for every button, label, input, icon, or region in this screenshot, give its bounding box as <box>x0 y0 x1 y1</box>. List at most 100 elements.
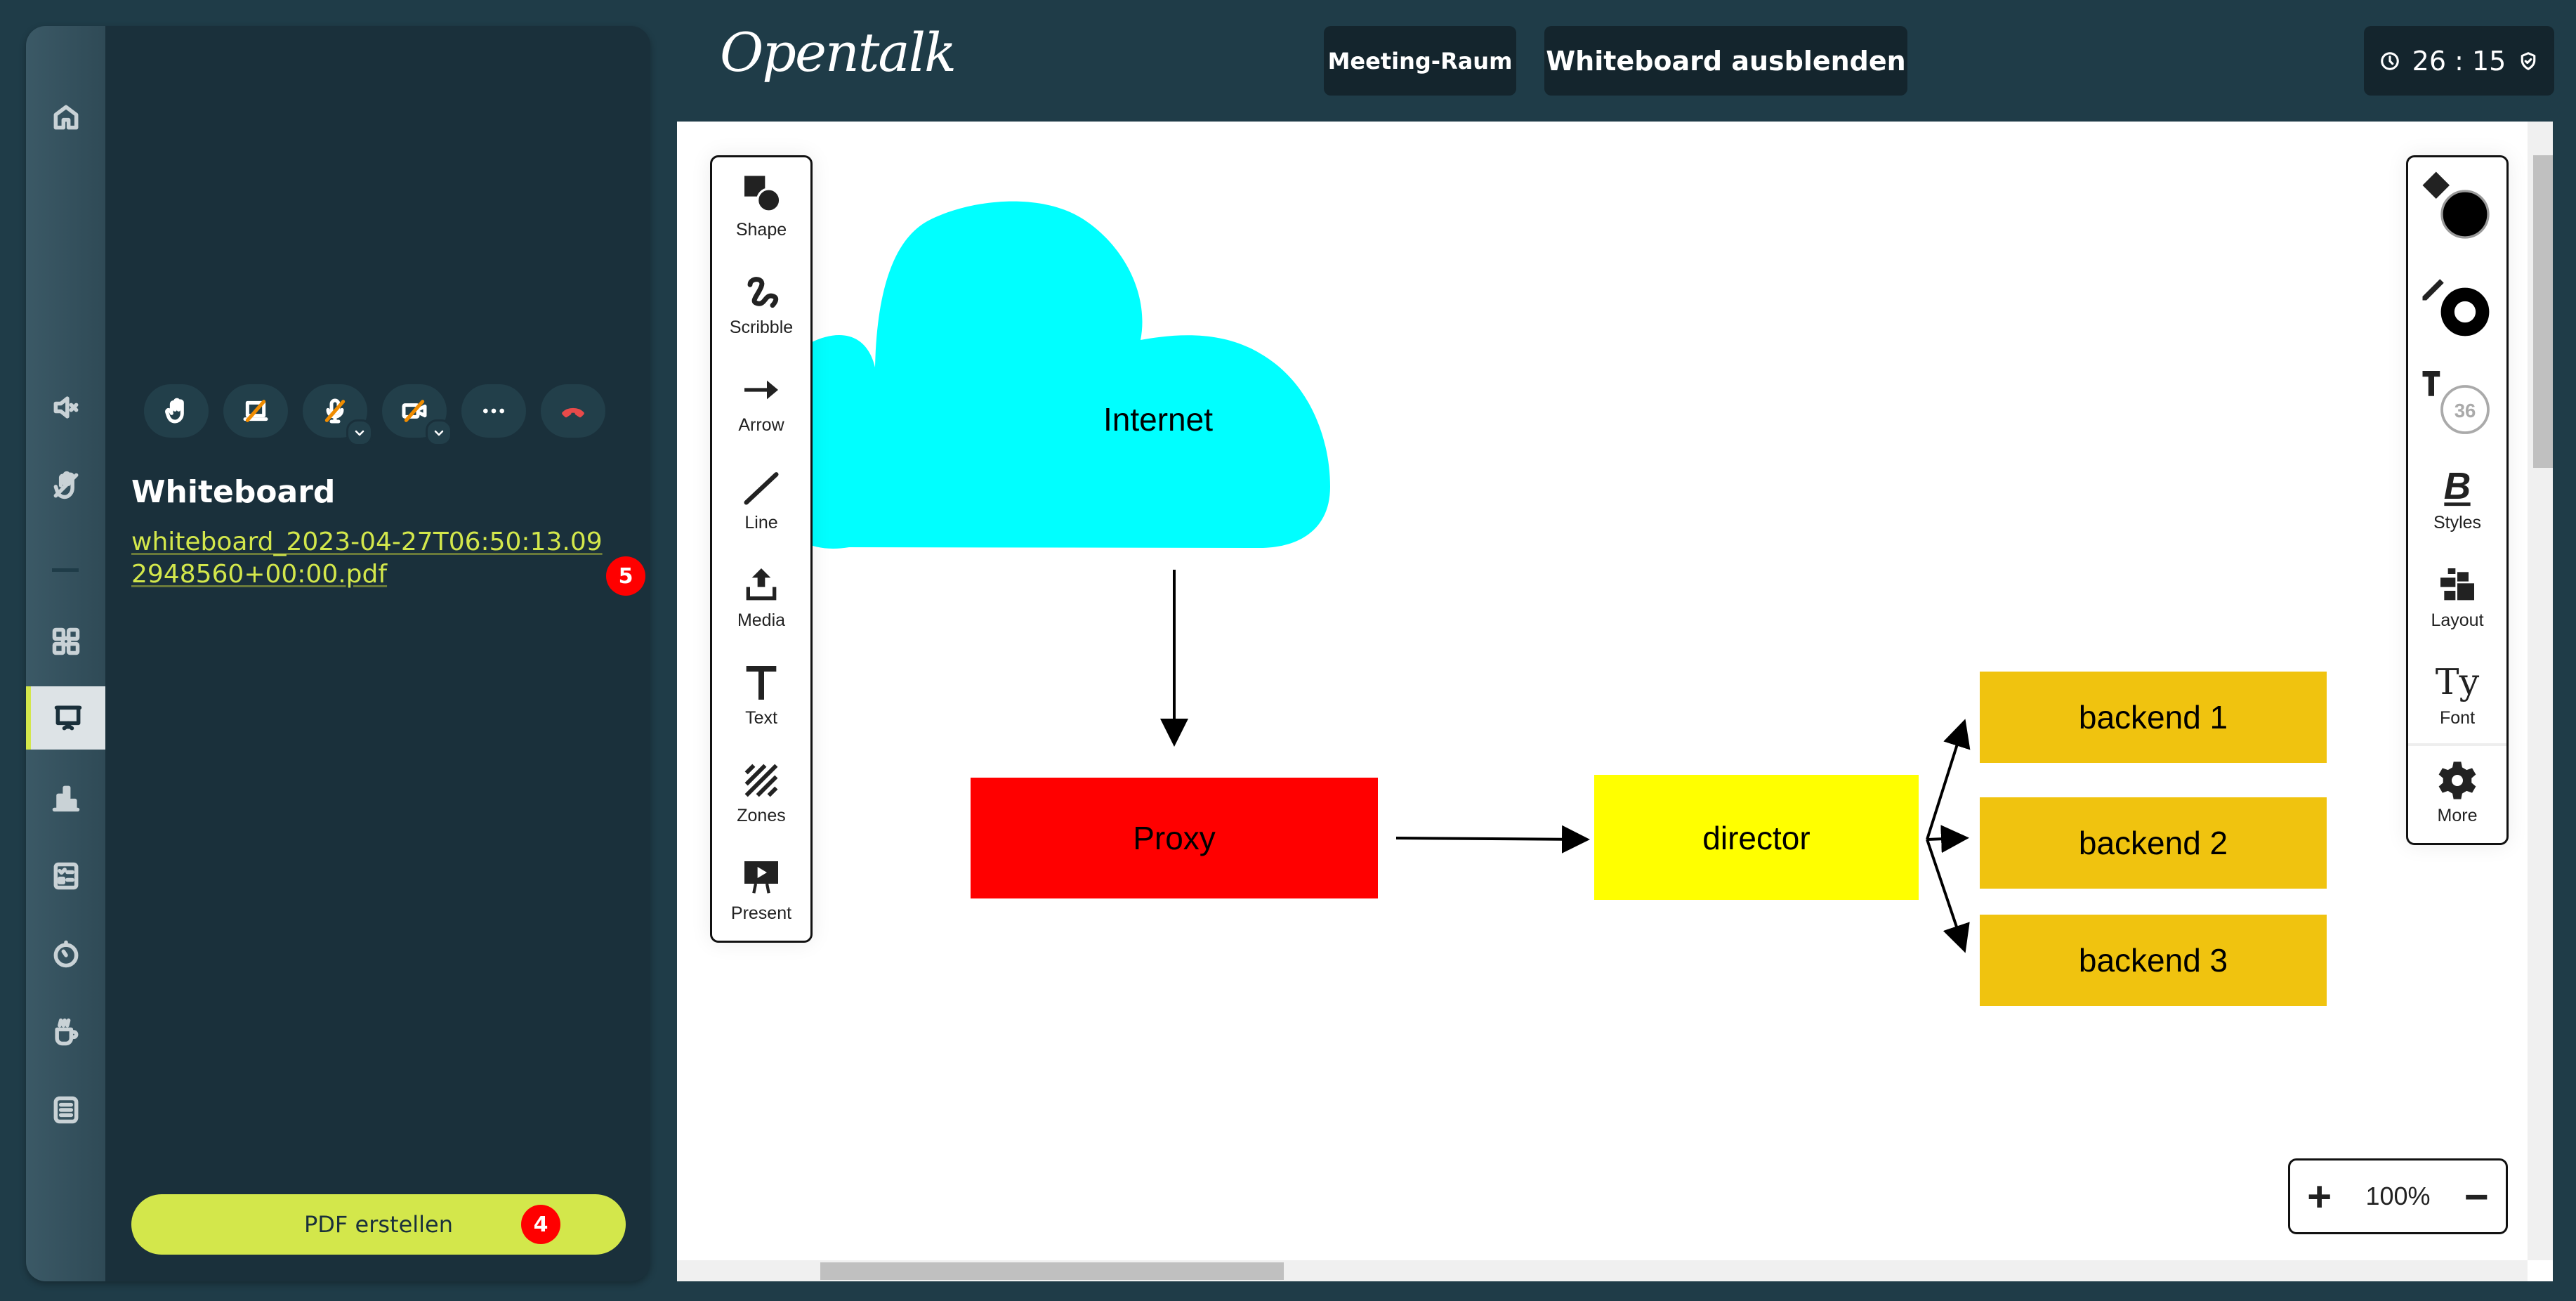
horizontal-scroll-thumb[interactable] <box>820 1262 1284 1280</box>
whiteboard-pdf-link[interactable]: whiteboard_2023-04-27T06:50:13.092948560… <box>131 526 616 591</box>
sidebar-item-votes[interactable] <box>26 844 105 908</box>
create-pdf-button[interactable]: PDF erstellen 4 <box>131 1194 626 1255</box>
camera-off-icon <box>402 400 427 422</box>
clock-icon <box>2381 51 2399 70</box>
zones-icon <box>744 764 778 797</box>
vertical-scroll-thumb[interactable] <box>2533 155 2553 468</box>
whiteboard-diagram[interactable]: Internet Proxy director backend 1 backen… <box>677 122 2553 1281</box>
sidebar-item-coffee-break[interactable] <box>26 1000 105 1064</box>
font-icon: Ty <box>2436 661 2480 702</box>
meeting-room-button[interactable]: Meeting-Raum <box>1324 26 1516 96</box>
hand-icon <box>165 398 184 424</box>
create-pdf-badge: 4 <box>521 1205 560 1244</box>
tool-more[interactable]: More <box>2408 743 2506 841</box>
sidebar-item-polls[interactable] <box>26 766 105 830</box>
tool-font-label: Font <box>2439 708 2476 728</box>
line-icon <box>744 472 779 505</box>
hand-off-icon <box>53 471 78 499</box>
tool-line-label: Line <box>744 513 778 532</box>
tool-layout[interactable]: Layout <box>2408 548 2506 646</box>
tool-media[interactable]: Media <box>712 548 810 646</box>
zoom-level: 100% <box>2365 1182 2431 1210</box>
tool-present[interactable]: Present <box>712 841 810 939</box>
edge-director-backend1[interactable] <box>1926 719 1971 840</box>
more-button[interactable] <box>461 384 526 438</box>
hang-up-button[interactable] <box>541 384 605 438</box>
fill-color-button[interactable] <box>2408 157 2506 255</box>
timer-value: 26 : 15 <box>2412 45 2506 77</box>
tool-scribble-label: Scribble <box>729 318 794 337</box>
camera-menu-button[interactable] <box>426 419 452 446</box>
screen-share-off-icon <box>243 400 268 422</box>
tool-shape[interactable]: Shape <box>712 157 810 255</box>
sidebar-rail <box>26 26 105 1281</box>
sidebar-item-mute-all[interactable] <box>26 376 105 439</box>
arrow-icon <box>744 380 778 400</box>
edge-proxy-director[interactable] <box>1395 825 1590 854</box>
vertical-scrollbar[interactable] <box>2528 122 2553 1260</box>
font-size-value: 36 <box>2455 400 2476 421</box>
edge-director-backend3[interactable] <box>1926 839 1970 953</box>
tool-zones[interactable]: Zones <box>712 743 810 841</box>
rooms-icon <box>52 627 79 655</box>
sidebar-panel: Whiteboard whiteboard_2023-04-27T06:50:1… <box>26 26 650 1281</box>
node-backend1-label: backend 1 <box>2079 699 2228 736</box>
screen-share-button[interactable] <box>223 384 288 438</box>
tool-arrow-label: Arrow <box>738 415 784 435</box>
sidebar-item-timer[interactable] <box>26 922 105 986</box>
gear-icon <box>2438 761 2476 799</box>
chevron-down-icon <box>355 430 364 436</box>
sidebar-item-lower-hands[interactable] <box>26 454 105 517</box>
document-icon <box>53 1096 78 1124</box>
tool-line[interactable]: Line <box>712 450 810 548</box>
microphone-menu-button[interactable] <box>346 419 373 446</box>
hide-whiteboard-button[interactable]: Whiteboard ausblenden <box>1544 26 1907 96</box>
svg-text:Ty: Ty <box>2436 661 2480 702</box>
coffee-icon <box>54 1018 78 1046</box>
sidebar-item-whiteboard[interactable] <box>26 686 105 750</box>
font-size-button[interactable]: 36 <box>2408 353 2506 450</box>
tools-toolbar: Shape Scribble Arrow Line Media Text Zon… <box>710 155 813 943</box>
whiteboard-title: Whiteboard <box>131 474 336 510</box>
zoom-out-button[interactable]: − <box>2464 1172 2489 1221</box>
horizontal-scrollbar[interactable] <box>677 1260 2528 1281</box>
tool-scribble[interactable]: Scribble <box>712 255 810 353</box>
layout-icon <box>2440 568 2474 601</box>
upload-icon <box>746 568 777 601</box>
camera-button[interactable] <box>382 384 452 446</box>
sidebar-item-home[interactable] <box>26 86 105 149</box>
create-pdf-label: PDF erstellen <box>303 1211 453 1238</box>
sidebar-item-protocol[interactable] <box>26 1078 105 1142</box>
microphone-button[interactable] <box>303 384 373 446</box>
node-backend3-label: backend 3 <box>2079 942 2228 979</box>
shield-check-icon[interactable] <box>2518 51 2539 72</box>
edge-director-backend2[interactable] <box>1926 825 1969 854</box>
chart-icon <box>52 785 79 812</box>
tool-font[interactable]: Ty Font <box>2408 646 2506 743</box>
speaker-mute-icon <box>53 396 78 419</box>
raise-hand-button[interactable] <box>144 384 209 438</box>
sidebar-item-breakout-rooms[interactable] <box>26 610 105 673</box>
tool-media-label: Media <box>737 610 786 630</box>
more-icon <box>483 408 504 414</box>
shape-icon <box>744 176 782 213</box>
home-icon <box>53 105 78 130</box>
rail-divider <box>52 568 79 572</box>
node-internet-shape[interactable] <box>760 201 1330 549</box>
tool-arrow[interactable]: Arrow <box>712 353 810 450</box>
properties-toolbar: 36 B Styles Layout Ty Font More <box>2406 155 2509 845</box>
tool-text[interactable]: Text <box>712 646 810 743</box>
tool-layout-label: Layout <box>2431 610 2484 630</box>
zoom-in-button[interactable]: + <box>2307 1172 2332 1221</box>
node-internet-label: Internet <box>1103 401 1213 438</box>
opentalk-logo: Opentalk <box>720 21 957 84</box>
node-director-label: director <box>1702 820 1810 856</box>
pdf-link-badge: 5 <box>606 556 645 596</box>
stroke-color-button[interactable] <box>2408 255 2506 353</box>
stroke-color-icon <box>2422 278 2490 336</box>
whiteboard-canvas-area[interactable]: Internet Proxy director backend 1 backen… <box>677 122 2553 1281</box>
hang-up-icon <box>562 407 584 418</box>
fill-color-icon <box>2422 171 2490 239</box>
zoom-control: + 100% − <box>2288 1158 2508 1234</box>
tool-styles[interactable]: B Styles <box>2408 450 2506 548</box>
